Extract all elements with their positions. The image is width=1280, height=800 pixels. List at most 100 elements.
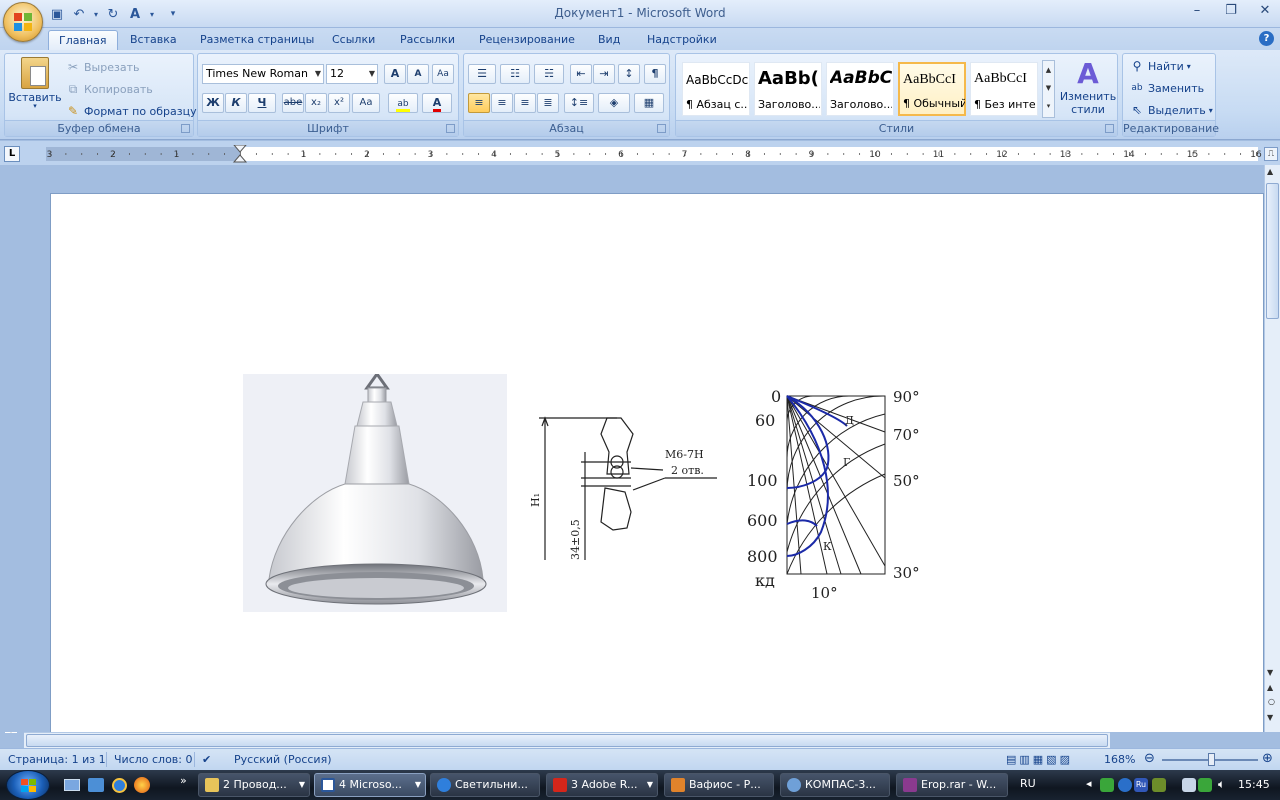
- dialog-launcher-icon[interactable]: [181, 124, 190, 133]
- taskbar-item[interactable]: Вафиос - Р...: [664, 773, 774, 797]
- tray-device-icon[interactable]: [1182, 778, 1196, 792]
- dialog-launcher-icon[interactable]: [1105, 124, 1114, 133]
- paste-button[interactable]: Вставить ▾: [8, 57, 62, 110]
- superscript-button[interactable]: x²: [328, 93, 350, 113]
- tray-language-icon[interactable]: Ru: [1134, 778, 1148, 792]
- cut-button[interactable]: ✂ Вырезать: [65, 59, 140, 75]
- numbering-button[interactable]: ☷: [500, 64, 530, 84]
- tab-selector[interactable]: L: [4, 146, 20, 162]
- minimize-icon[interactable]: –: [1188, 2, 1206, 20]
- firefox-quicklaunch-icon[interactable]: [134, 777, 150, 793]
- scroll-down-icon[interactable]: ▼: [1267, 668, 1273, 677]
- zoom-out-icon[interactable]: ⊖: [1144, 751, 1155, 766]
- tab-page-layout[interactable]: Разметка страницы: [190, 30, 324, 50]
- style-gallery-item-selected[interactable]: AaBbCcI ¶ Обычный: [898, 62, 966, 116]
- tray-app-icon[interactable]: [1152, 778, 1166, 792]
- explorer-quicklaunch-icon[interactable]: [88, 778, 104, 792]
- italic-button[interactable]: К: [225, 93, 247, 113]
- horizontal-scroll-thumb[interactable]: [26, 734, 1108, 747]
- taskbar-item-active[interactable]: 4 Microso... ▼: [314, 773, 426, 797]
- document-page[interactable]: М6-7Н 2 отв. H₁ 34±0,5 0 60 100 600 800 …: [50, 193, 1264, 732]
- next-page-icon[interactable]: ▼: [1267, 713, 1273, 722]
- subscript-button[interactable]: x₂: [305, 93, 327, 113]
- bold-button[interactable]: Ж: [202, 93, 224, 113]
- tab-addins[interactable]: Надстройки: [637, 30, 727, 50]
- restore-icon[interactable]: ❐: [1222, 2, 1240, 20]
- quicklaunch-more-icon[interactable]: »: [180, 774, 187, 787]
- prev-page-icon[interactable]: ▲: [1267, 683, 1273, 692]
- change-styles-button[interactable]: A Изменить стили: [1060, 58, 1116, 117]
- tab-review[interactable]: Рецензирование: [469, 30, 585, 50]
- increase-indent-button[interactable]: ⇥: [593, 64, 615, 84]
- tab-home[interactable]: Главная: [48, 30, 118, 50]
- tab-view[interactable]: Вид: [588, 30, 630, 50]
- style-gallery-item[interactable]: AaBbCcDc ¶ Абзац с...: [682, 62, 750, 116]
- taskbar-item[interactable]: 3 Adobe R... ▼: [546, 773, 658, 797]
- borders-button[interactable]: ▦: [634, 93, 664, 113]
- horizontal-ruler[interactable]: 3 2 1 1 2 3 4 5 6 7 8 9 10 11 12 13 14 15 16: [46, 145, 1264, 163]
- styles-scroll[interactable]: ▲ ▼ ▾: [1042, 60, 1055, 118]
- word-count[interactable]: Число слов: 0: [114, 753, 193, 766]
- tray-app-icon[interactable]: [1100, 778, 1114, 792]
- strikethrough-button[interactable]: abe: [282, 93, 304, 113]
- page-count[interactable]: Страница: 1 из 1: [8, 753, 106, 766]
- decrease-indent-button[interactable]: ⇤: [570, 64, 592, 84]
- tray-network-globe-icon[interactable]: [1118, 778, 1132, 792]
- scroll-up-icon[interactable]: ▲: [1267, 167, 1273, 176]
- zoom-level[interactable]: 168%: [1104, 753, 1135, 766]
- proofing-icon[interactable]: ✔: [202, 753, 211, 766]
- align-left-button[interactable]: ≡: [468, 93, 490, 113]
- align-right-button[interactable]: ≡: [514, 93, 536, 113]
- find-button[interactable]: ⚲ Найти ▾: [1129, 58, 1191, 74]
- tray-app-icon[interactable]: [1198, 778, 1212, 792]
- line-spacing-button[interactable]: ↕≡: [564, 93, 594, 113]
- shrink-font-button[interactable]: A: [407, 64, 429, 84]
- style-gallery-item[interactable]: AaBbCcI ¶ Без инте...: [970, 62, 1038, 116]
- align-center-button[interactable]: ≡: [491, 93, 513, 113]
- clear-format-button[interactable]: Aa: [432, 64, 454, 84]
- bullets-button[interactable]: ☰: [468, 64, 496, 84]
- font-size-select[interactable]: 12 ▼: [326, 64, 378, 84]
- select-button[interactable]: ⇖ Выделить ▾: [1129, 102, 1213, 118]
- zoom-in-icon[interactable]: ⊕: [1262, 751, 1273, 766]
- keyboard-language[interactable]: RU: [1020, 777, 1036, 790]
- show-formatting-button[interactable]: ¶: [644, 64, 666, 84]
- grow-font-button[interactable]: A: [384, 64, 406, 84]
- font-color-button[interactable]: A: [422, 93, 452, 113]
- taskbar-item[interactable]: 2 Провод... ▼: [198, 773, 310, 797]
- change-case-button[interactable]: Aa: [352, 93, 380, 113]
- tray-expand-icon[interactable]: ◂: [1086, 777, 1092, 790]
- style-gallery-item[interactable]: AaBbC Заголово...: [826, 62, 894, 116]
- justify-button[interactable]: ≣: [537, 93, 559, 113]
- taskbar-item[interactable]: Erop.rar - W...: [896, 773, 1008, 797]
- multilevel-list-button[interactable]: ☵: [534, 64, 564, 84]
- dialog-launcher-icon[interactable]: [657, 124, 666, 133]
- language[interactable]: Русский (Россия): [234, 753, 332, 766]
- horizontal-scrollbar[interactable]: [24, 732, 1110, 748]
- tab-references[interactable]: Ссылки: [322, 30, 385, 50]
- office-button[interactable]: [3, 2, 43, 42]
- zoom-slider-thumb[interactable]: [1208, 753, 1215, 766]
- browse-object-icon[interactable]: ○: [1268, 697, 1275, 706]
- clock[interactable]: 15:45: [1238, 778, 1270, 791]
- shading-button[interactable]: ◈: [598, 93, 630, 113]
- underline-button[interactable]: Ч: [248, 93, 276, 113]
- view-buttons[interactable]: ▤▥▦▧▨: [1006, 753, 1073, 766]
- dialog-launcher-icon[interactable]: [446, 124, 455, 133]
- ie-quicklaunch-icon[interactable]: [112, 778, 127, 793]
- volume-icon[interactable]: 🔈︎: [1218, 777, 1225, 792]
- zoom-slider[interactable]: [1162, 753, 1258, 766]
- copy-button[interactable]: ⧉ Копировать: [65, 81, 153, 97]
- start-button[interactable]: [6, 770, 50, 800]
- replace-button[interactable]: ab Заменить: [1129, 80, 1204, 96]
- tab-mailings[interactable]: Рассылки: [390, 30, 465, 50]
- taskbar-item[interactable]: КОМПАС-3...: [780, 773, 890, 797]
- view-ruler-icon[interactable]: ⎍: [1264, 147, 1278, 161]
- close-icon[interactable]: ✕: [1256, 2, 1274, 20]
- format-painter-button[interactable]: ✎ Формат по образцу: [65, 103, 197, 119]
- style-gallery-item[interactable]: AaBb( Заголово...: [754, 62, 822, 116]
- vertical-scrollbar[interactable]: ▲ ▼ ▲ ○ ▼: [1264, 165, 1280, 732]
- show-desktop-icon[interactable]: [64, 779, 80, 791]
- taskbar-item[interactable]: Светильни...: [430, 773, 540, 797]
- font-family-select[interactable]: Times New Roman ▼: [202, 64, 324, 84]
